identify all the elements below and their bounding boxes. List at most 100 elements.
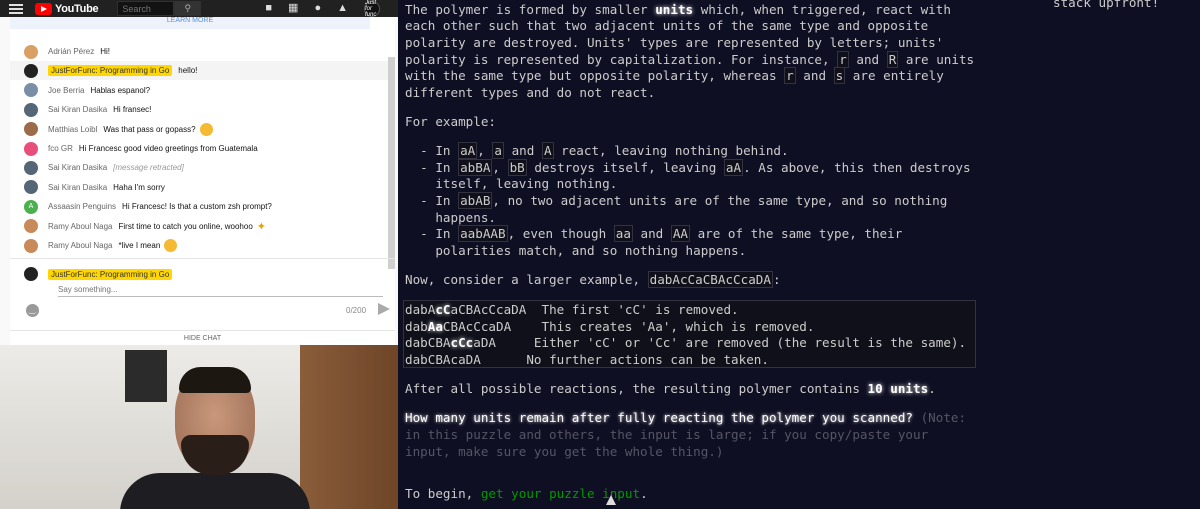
chat-avatar[interactable]: A [24, 199, 38, 214]
text: , no two adjacent units are of the same … [492, 193, 948, 208]
text: and [848, 52, 887, 67]
chat-avatar[interactable] [24, 160, 38, 175]
question-text: How many units remain after fully reacti… [405, 410, 913, 425]
chat-author[interactable]: Ramy Aboul Naga [48, 222, 112, 231]
chat-author[interactable]: Sai Kiran Dasika [48, 105, 107, 114]
chat-author[interactable]: Sai Kiran Dasika [48, 183, 107, 192]
text: , [492, 160, 508, 175]
code: s [833, 67, 846, 84]
text: . [640, 486, 648, 501]
video-camera-icon[interactable]: ■ [265, 0, 272, 17]
chat-text: Hi! [100, 47, 111, 56]
input-underline [58, 296, 383, 297]
step-polymer: aCBAcCcaDA [450, 302, 527, 317]
chat-message: Sai Kiran Dasika Haha I'm sorry [10, 178, 388, 197]
bullet-line: happens. [405, 210, 496, 225]
youtube-top-bar: YouTube ⚲ ■ ▦ ● ▲ Just for func [0, 0, 398, 18]
note-text: (Note: [913, 410, 967, 425]
chat-text: [message retracted] [113, 163, 184, 173]
chat-message: Sai Kiran Dasika [message retracted] [10, 158, 388, 177]
chat-author[interactable]: Sai Kiran Dasika [48, 163, 107, 172]
text: react, leaving nothing behind. [553, 143, 789, 158]
current-user-name: JustForFunc: Programming in Go [48, 268, 173, 280]
chat-scrollbar[interactable] [388, 57, 395, 269]
chat-message: Ramy Aboul Naga First time to catch you o… [10, 217, 388, 236]
laughing-emoji-icon [199, 122, 213, 136]
chat-avatar[interactable] [24, 83, 38, 98]
chat-text: Hi Francesc! Is that a custom zsh prompt… [122, 202, 272, 212]
notifications-bell-icon[interactable]: ▲ [337, 0, 348, 17]
chat-text: *live I mean [118, 241, 161, 250]
current-user-row: JustForFunc: Programming in Go [10, 265, 388, 283]
reaction-step-line: dabAcCaCBAcCcaDA The first 'cC' is remov… [405, 302, 739, 318]
code: aA [723, 159, 744, 176]
chat-author[interactable]: Matthias Loibl [48, 125, 97, 134]
messages-icon[interactable]: ● [314, 0, 321, 17]
side-note: stack upfront! [1053, 0, 1160, 10]
text: are units [898, 52, 975, 67]
youtube-panel: YouTube ⚲ ■ ▦ ● ▲ Just for func LEARN MO… [0, 0, 398, 345]
youtube-search-input[interactable] [117, 1, 175, 16]
account-avatar[interactable]: Just for func [364, 0, 380, 18]
chat-avatar[interactable] [24, 141, 38, 156]
chat-text: hello! [178, 66, 198, 76]
note-line: input, make sure you get the whole thing… [405, 444, 724, 459]
chat-avatar[interactable] [24, 63, 38, 78]
reaction-step-line: dabAaCBAcCcaDA This creates 'Aa', which … [405, 319, 814, 335]
webcam-door [300, 345, 398, 509]
chat-avatar[interactable] [24, 44, 38, 59]
text: To begin, [405, 486, 481, 501]
paragraph-line: each other such that two adjacent units … [405, 18, 929, 33]
chat-message-input[interactable] [58, 283, 378, 295]
step-note: This creates 'Aa', which is removed. [511, 318, 815, 334]
chat-avatar[interactable] [24, 180, 38, 195]
code: r [784, 67, 796, 84]
search-button[interactable]: ⚲ [174, 1, 202, 16]
chat-message: Joe Berria Hablas espanol? [10, 81, 388, 100]
code: r [837, 51, 849, 68]
chat-author[interactable]: Ramy Aboul Naga [48, 241, 112, 250]
paragraph-line: polarity are destroyed. Units' types are… [405, 35, 944, 50]
code: abAB [458, 192, 493, 209]
puzzle-description: stack upfront! The polymer is formed by … [398, 0, 1200, 509]
youtube-logo[interactable]: YouTube [35, 2, 99, 15]
chat-avatar[interactable] [24, 219, 38, 234]
chat-divider [10, 258, 395, 259]
larger-example-line: Now, consider a larger example, dabAcCaC… [405, 271, 781, 288]
bullet-line: - In aA, a and A react, leaving nothing … [405, 142, 789, 159]
send-icon[interactable] [378, 303, 390, 315]
puzzle-input-link[interactable]: get your puzzle input [481, 486, 640, 501]
step-polymer: dab [405, 318, 428, 334]
text: - In [405, 226, 459, 241]
text: After all possible reactions, the result… [405, 381, 868, 396]
chat-author[interactable]: Joe Berria [48, 86, 84, 95]
step-polymer: CBAcCcaDA [442, 318, 512, 334]
chat-author[interactable]: Adrián Pérez [48, 47, 94, 56]
chat-avatar[interactable] [24, 238, 38, 253]
chat-avatar[interactable] [24, 102, 38, 117]
text: and [795, 68, 834, 83]
youtube-play-icon [35, 2, 52, 15]
chat-message: Matthias Loibl Was that pass or gopass? [10, 120, 388, 139]
reaction-step-line: dabCBAcCcaDA Either 'cC' or 'Cc' are rem… [405, 335, 966, 351]
chat-text: Haha I'm sorry [113, 182, 165, 192]
code: aa [613, 225, 633, 242]
learn-more-link[interactable]: LEARN MORE [10, 17, 370, 29]
chat-text: Hablas espanol? [90, 85, 151, 95]
hide-chat-button[interactable]: HIDE CHAT [10, 330, 395, 345]
bullet-line: itself, leaving nothing. [405, 176, 618, 191]
step-note: The first 'cC' is removed. [526, 302, 739, 317]
youtube-logo-text: YouTube [55, 2, 99, 15]
chat-author[interactable]: fco GR [48, 144, 73, 153]
step-polymer: aDA [473, 335, 496, 351]
bullet-line: - In abBA, bB destroys itself, leaving a… [405, 159, 971, 176]
bullet-line: - In abAB, no two adjacent units are of … [405, 192, 948, 209]
emoji-picker-icon[interactable] [26, 304, 39, 317]
chat-avatar[interactable] [24, 122, 38, 137]
menu-icon[interactable] [9, 3, 23, 14]
chat-author[interactable]: JustForFunc: Programming in Go [48, 65, 173, 77]
chat-author[interactable]: Assaasin Penguins [48, 202, 116, 211]
step-polymer: dabA [405, 302, 436, 317]
paragraph-line: The polymer is formed by smaller units w… [405, 2, 951, 18]
apps-grid-icon[interactable]: ▦ [288, 0, 298, 17]
